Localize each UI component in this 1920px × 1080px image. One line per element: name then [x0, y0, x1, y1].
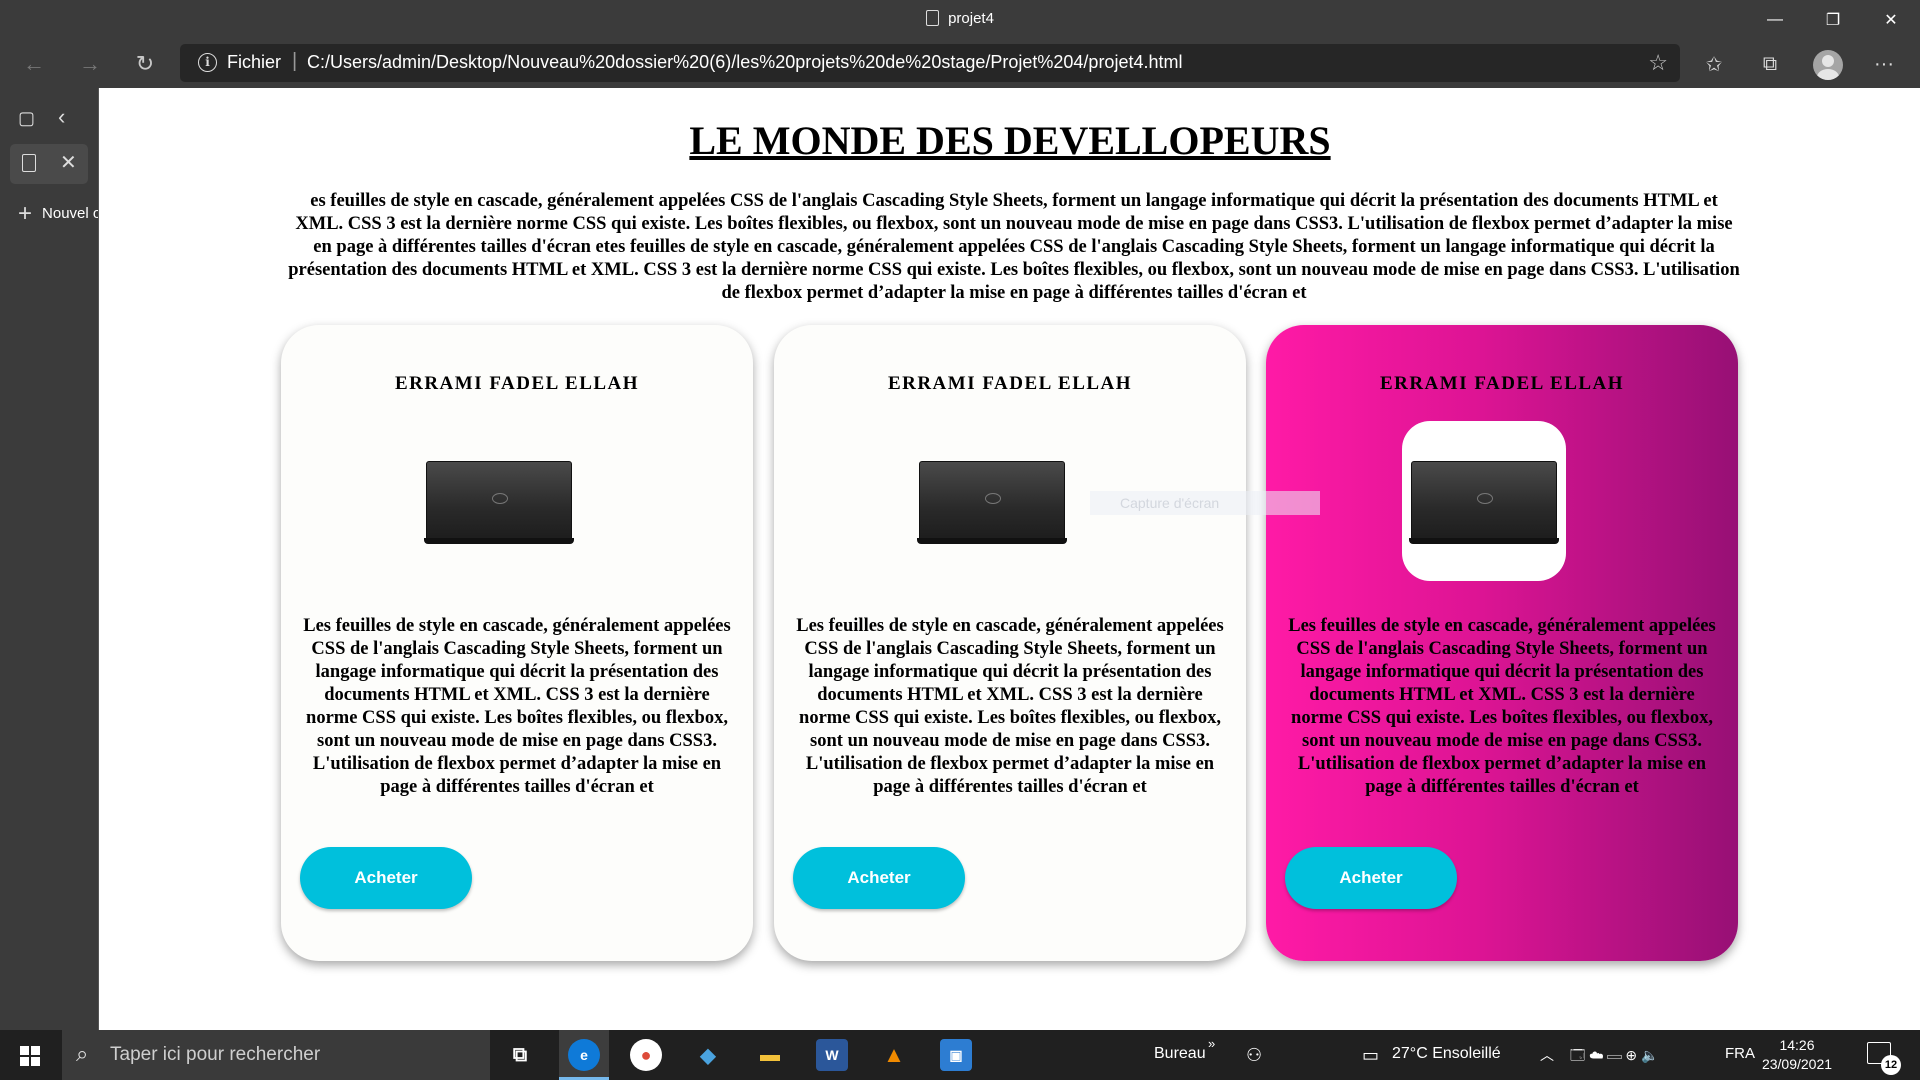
start-button[interactable] [20, 1046, 40, 1066]
card-description: Les feuilles de style en cascade, généra… [1288, 616, 1716, 797]
refresh-button[interactable]: ↻ [129, 48, 161, 80]
language-indicator[interactable]: FRA [1725, 1045, 1755, 1062]
page-heading: LE MONDE DES DEVELLOPEURS [689, 118, 1331, 163]
product-card: ERRAMI FADEL ELLAH Les feuilles de style… [774, 325, 1246, 961]
page-content: LE MONDE DES DEVELLOPEURS es feuilles de… [100, 88, 1920, 1030]
buy-button[interactable]: Acheter [300, 847, 472, 909]
show-hidden-icons[interactable]: ︿ [1540, 1045, 1554, 1065]
page-icon [926, 10, 940, 26]
window-controls: — ❐ ✕ [1746, 0, 1920, 40]
search-icon: ⌕ [76, 1041, 89, 1066]
collapse-sidebar-icon[interactable]: ‹ [58, 104, 65, 130]
chrome-icon[interactable]: ● [630, 1039, 662, 1071]
search-placeholder: Taper ici pour rechercher [110, 1044, 321, 1065]
photos-icon[interactable]: ▣ [940, 1039, 972, 1071]
tab-actions-icon[interactable]: ▢ [18, 108, 35, 129]
add-favorite-icon[interactable]: ☆ [1648, 50, 1668, 76]
menu-icon[interactable]: ··· [1868, 50, 1900, 78]
close-button[interactable]: ✕ [1862, 0, 1920, 40]
weather-widget[interactable]: 27°C Ensoleillé [1392, 1045, 1501, 1063]
close-tab-icon[interactable]: ✕ [60, 150, 77, 175]
clock-date: 23/09/2021 [1761, 1056, 1833, 1072]
url-separator: | [292, 50, 298, 72]
card-description: Les feuilles de style en cascade, généra… [796, 616, 1224, 797]
vlc-icon[interactable]: ▲ [878, 1039, 910, 1071]
product-card-highlighted: ERRAMI FADEL ELLAH Les feuilles de style… [1266, 325, 1738, 961]
tab-projet4[interactable]: ✕ [10, 144, 88, 184]
edge-icon[interactable]: e [568, 1039, 600, 1071]
maximize-button[interactable]: ❐ [1804, 0, 1862, 40]
clock[interactable]: 14:26 23/09/2021 [1760, 1036, 1834, 1074]
card-title: ERRAMI FADEL ELLAH [1379, 373, 1625, 394]
window-title: projet4 [0, 10, 1920, 27]
new-tab-label: Nouvel onglet [42, 205, 98, 222]
capture-overlay-ghost: Capture d'écran [1090, 491, 1320, 515]
taskbar: ⌕ Taper ici pour rechercher ⧉ e ● ◆ ▬ W … [0, 1030, 1920, 1080]
window-title-text: projet4 [948, 10, 994, 27]
minimize-button[interactable]: — [1746, 0, 1804, 40]
profile-avatar[interactable] [1813, 50, 1843, 80]
page-icon [22, 154, 36, 172]
weather-icon: ▭ [1362, 1045, 1380, 1065]
back-button[interactable]: ← [18, 48, 50, 80]
file-explorer-icon[interactable]: ▬ [754, 1039, 786, 1071]
desktop-toolbar-label[interactable]: Bureau [1154, 1045, 1206, 1063]
laptop-icon [917, 461, 1067, 545]
people-icon[interactable]: ⚇ [1246, 1045, 1262, 1066]
buy-button[interactable]: Acheter [793, 847, 965, 909]
new-tab-button[interactable]: + Nouvel onglet [18, 200, 98, 228]
app-icon[interactable]: ◆ [692, 1039, 724, 1071]
product-card: ERRAMI FADEL ELLAH Les feuilles de style… [281, 325, 753, 961]
card-description: Les feuilles de style en cascade, généra… [303, 616, 731, 797]
laptop-icon [424, 461, 574, 545]
task-view-icon[interactable]: ⧉ [504, 1039, 536, 1071]
forward-button[interactable]: → [74, 48, 106, 80]
collections-icon[interactable]: ⧉ [1754, 50, 1786, 78]
buy-button[interactable]: Acheter [1285, 847, 1457, 909]
card-title: ERRAMI FADEL ELLAH [394, 373, 640, 394]
plus-icon: + [18, 200, 33, 227]
favorites-icon[interactable]: ✩ [1698, 50, 1730, 78]
laptop-icon [1409, 461, 1559, 545]
intro-paragraph: es feuilles de style en cascade, général… [288, 191, 1740, 303]
info-icon[interactable]: i [198, 53, 217, 72]
vertical-tabs-sidebar: ▢ ‹ ✕ + Nouvel onglet [0, 88, 99, 1030]
toolbar-chevron-icon[interactable]: » [1208, 1036, 1215, 1051]
card-image [910, 421, 1074, 581]
clock-time: 14:26 [1779, 1037, 1815, 1053]
browser-toolbar: ← → ↻ i Fichier | C:/Users/admin/Desktop… [0, 40, 1920, 88]
notifications-badge: 12 [1881, 1055, 1901, 1075]
url-text[interactable]: C:/Users/admin/Desktop/Nouveau%20dossier… [307, 52, 1182, 73]
system-tray-icons[interactable]: 🗔 ☁ ▭ ⊕ 🔈 [1570, 1045, 1658, 1069]
scheme-label: Fichier [227, 52, 282, 72]
card-image [417, 421, 581, 581]
taskbar-search[interactable]: ⌕ Taper ici pour rechercher [62, 1030, 490, 1080]
title-bar: projet4 — ❐ ✕ [0, 0, 1920, 40]
card-title: ERRAMI FADEL ELLAH [887, 373, 1133, 394]
card-image [1402, 421, 1566, 581]
word-icon[interactable]: W [816, 1039, 848, 1071]
address-bar[interactable]: i Fichier | C:/Users/admin/Desktop/Nouve… [180, 44, 1680, 82]
